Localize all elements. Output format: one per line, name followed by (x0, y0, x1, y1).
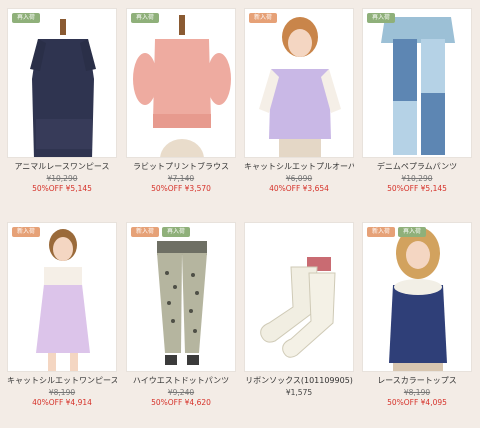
product-name[interactable]: キャットシルエットプルオーバー (244, 161, 354, 172)
product-image-silhouette-dress[interactable]: 新入荷 (7, 222, 117, 372)
product-image-lace-dress[interactable]: 再入荷 (7, 8, 117, 158)
product-name[interactable]: リボンソックス(101109905) (244, 375, 354, 386)
original-price: ¥9,240 (167, 388, 195, 397)
product-name[interactable]: ハイウエストドットパンツ (126, 375, 236, 386)
product-card[interactable]: 再入荷 ラビットプリントブラウス ¥7,140 50%OFF ¥3,570 (126, 8, 236, 193)
restock-badge: 再入荷 (398, 227, 427, 237)
product-card[interactable]: 再入荷 デニムペプラムパンツ ¥10,290 50%OFF ¥5,145 (362, 8, 472, 193)
original-price: ¥10,290 (46, 174, 78, 183)
product-image-ribbon-socks[interactable] (244, 222, 354, 372)
product-image-denim-pants[interactable]: 再入荷 (362, 8, 472, 158)
original-price: ¥8,190 (403, 388, 431, 397)
restock-badge: 再入荷 (162, 227, 191, 237)
new-badge: 新入荷 (12, 227, 41, 237)
price: ¥1,575 (285, 388, 313, 397)
new-badge: 新入荷 (131, 227, 160, 237)
product-card[interactable]: 新入荷 再入荷 レースカラートップス ¥8,190 50%OFF ¥4,095 (362, 222, 472, 407)
sale-price: 40%OFF ¥4,914 (32, 398, 92, 407)
product-image-dot-pants[interactable]: 新入荷 再入荷 (126, 222, 236, 372)
sale-price: 50%OFF ¥5,145 (32, 184, 92, 193)
new-badge: 新入荷 (367, 227, 396, 237)
product-name[interactable]: レースカラートップス (362, 375, 472, 386)
original-price: ¥10,290 (401, 174, 433, 183)
product-card[interactable]: 新入荷 再入荷 ハイウエストドットパンツ ¥9,240 50%OFF ¥4,62… (126, 222, 236, 407)
sale-price: 50%OFF ¥5,145 (387, 184, 447, 193)
product-card[interactable]: 再入荷 アニマルレースワンピース ¥10,290 50%OFF ¥5,145 (7, 8, 117, 193)
product-card[interactable]: 新入荷 キャットシルエットプルオーバー ¥6,090 40%OFF ¥3,654 (244, 8, 354, 193)
original-price: ¥7,140 (167, 174, 195, 183)
product-image-lace-collar-top[interactable]: 新入荷 再入荷 (362, 222, 472, 372)
product-image-blouse[interactable]: 再入荷 (126, 8, 236, 158)
product-name[interactable]: アニマルレースワンピース (7, 161, 117, 172)
restock-badge: 再入荷 (367, 13, 396, 23)
sale-price: 40%OFF ¥3,654 (269, 184, 329, 193)
original-price: ¥6,090 (285, 174, 313, 183)
sale-price: 50%OFF ¥3,570 (151, 184, 211, 193)
product-grid: 再入荷 アニマルレースワンピース ¥10,290 50%OFF ¥5,145 再… (0, 0, 480, 428)
sale-price: 50%OFF ¥4,095 (387, 398, 447, 407)
product-name[interactable]: デニムペプラムパンツ (362, 161, 472, 172)
restock-badge: 再入荷 (131, 13, 160, 23)
product-name[interactable]: ラビットプリントブラウス (126, 161, 236, 172)
product-image-pullover[interactable]: 新入荷 (244, 8, 354, 158)
restock-badge: 再入荷 (12, 13, 41, 23)
product-card[interactable]: リボンソックス(101109905) ¥1,575 (244, 222, 354, 397)
product-name[interactable]: キャットシルエットワンピース (7, 375, 117, 386)
new-badge: 新入荷 (249, 13, 278, 23)
product-card[interactable]: 新入荷 キャットシルエットワンピース ¥8,190 40%OFF ¥4,914 (7, 222, 117, 407)
original-price: ¥8,190 (48, 388, 76, 397)
sale-price: 50%OFF ¥4,620 (151, 398, 211, 407)
